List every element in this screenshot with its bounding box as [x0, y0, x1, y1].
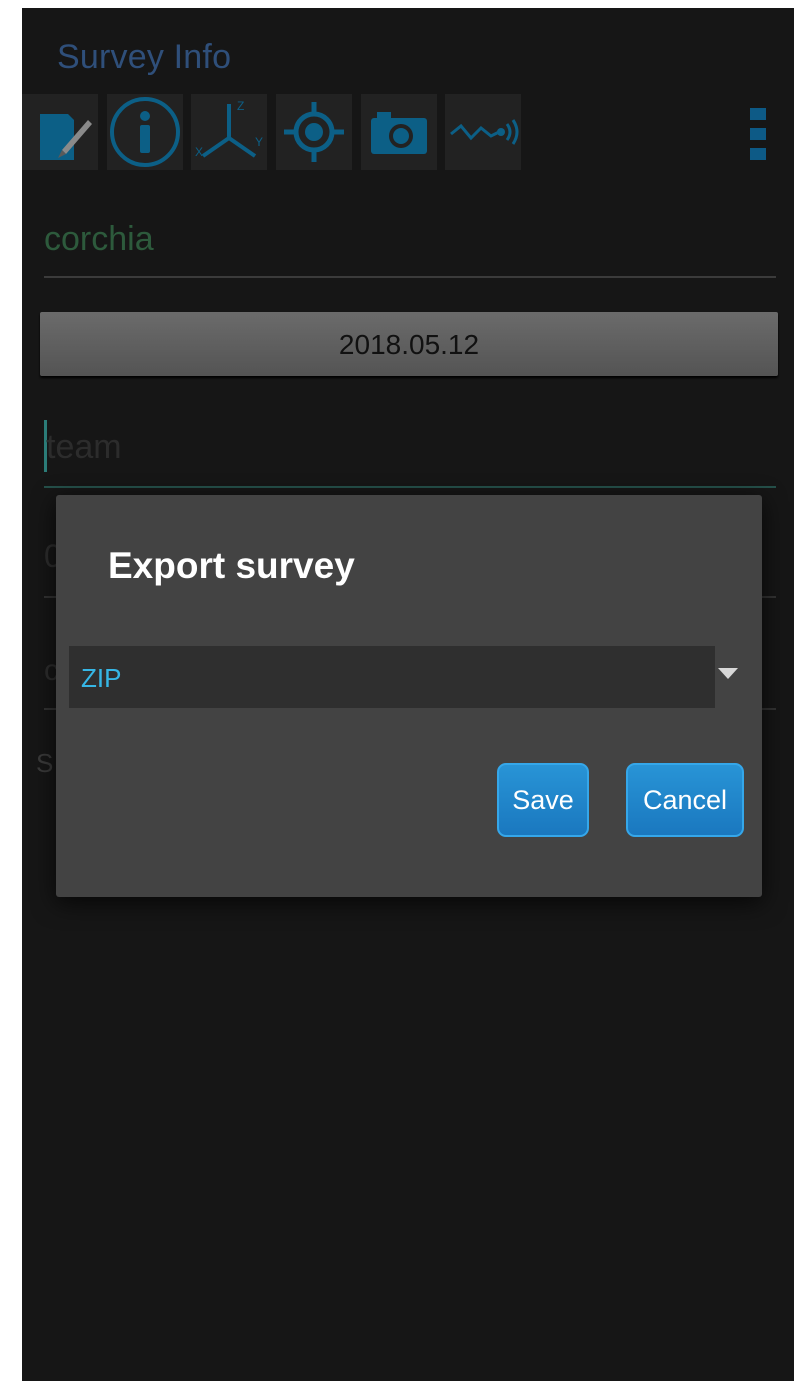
info-icon: [110, 97, 180, 167]
location-target-icon: [284, 102, 344, 162]
partial-label-6: S: [36, 748, 54, 778]
dropdown-arrow-icon[interactable]: [718, 668, 738, 679]
axis-z-label: Z: [237, 99, 244, 113]
overflow-menu-icon[interactable]: [750, 108, 766, 160]
toolbar-button-sensor[interactable]: [445, 94, 521, 170]
toolbar-button-info[interactable]: [107, 94, 183, 170]
page-title: Survey Info: [57, 38, 232, 76]
cancel-button[interactable]: Cancel: [626, 763, 744, 837]
date-label: 2018.05.12: [338, 329, 480, 360]
survey-info-screen: Survey Info Z X Y corchia 2018.05.12 tea…: [22, 8, 794, 1381]
export-format-select[interactable]: ZIP: [69, 646, 715, 708]
note-edit-icon: [40, 114, 92, 160]
survey-name-value: corchia: [44, 220, 154, 258]
dialog-title: Export survey: [108, 545, 355, 586]
axis-x-label: X: [195, 145, 203, 159]
export-format-value: ZIP: [81, 663, 122, 693]
toolbar-button-location[interactable]: [276, 94, 352, 170]
axis-y-label: Y: [255, 135, 263, 149]
camera-icon: [371, 112, 427, 154]
axes-icon: Z X Y: [195, 99, 263, 159]
date-button[interactable]: 2018.05.12: [40, 312, 778, 376]
sensor-signal-icon: [450, 119, 519, 145]
team-placeholder: team: [46, 428, 122, 466]
export-survey-dialog: Export survey ZIP Save Cancel: [56, 495, 762, 897]
save-button[interactable]: Save: [497, 763, 589, 837]
survey-name-field[interactable]: corchia: [44, 198, 776, 278]
toolbar-button-axes[interactable]: Z X Y: [191, 94, 267, 170]
toolbar-button-notes[interactable]: [22, 94, 98, 170]
team-field[interactable]: team: [44, 412, 776, 488]
toolbar-button-camera[interactable]: [361, 94, 437, 170]
